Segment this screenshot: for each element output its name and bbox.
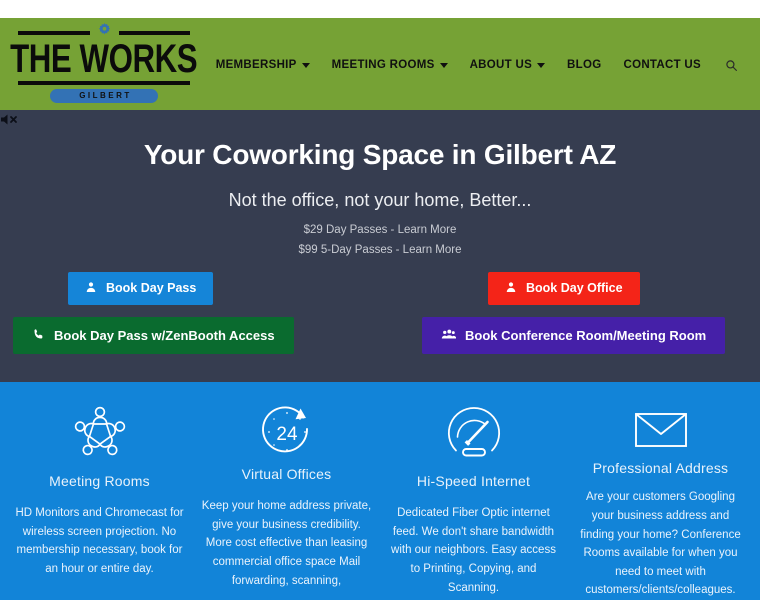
logo-rule-left	[18, 30, 90, 35]
features-section: Meeting Rooms HD Monitors and Chromecast…	[0, 382, 760, 600]
speaker-mute-icon[interactable]	[0, 112, 20, 126]
person-icon	[85, 281, 97, 296]
book-day-pass-button[interactable]: Book Day Pass	[68, 272, 214, 305]
envelope-icon	[631, 400, 691, 460]
phone-icon	[32, 328, 45, 343]
search-icon[interactable]	[725, 59, 738, 72]
nav-label: CONTACT US	[623, 59, 701, 71]
hero-button-col-left-2: Book Day Pass w/ZenBooth Access	[10, 316, 380, 354]
nav-item-contact-us[interactable]: CONTACT US	[623, 59, 701, 71]
button-label: Book Day Pass	[106, 281, 197, 295]
feature-body: Are your customers Googling your busines…	[580, 491, 741, 597]
hero-title: Your Coworking Space in Gilbert AZ	[143, 139, 617, 170]
people-circle-icon	[69, 400, 131, 466]
svg-text:24: 24	[276, 424, 298, 445]
feature-title: Professional Address	[592, 460, 729, 477]
nav-label: ABOUT US	[469, 59, 533, 71]
hero-link-day-pass[interactable]: $29 Day Passes - Learn More	[0, 224, 760, 236]
hero-button-col-left: Book Day Pass	[10, 272, 380, 305]
hero-button-area: Book Day Pass Book Day Office Book Day P…	[0, 272, 760, 354]
feature-body: HD Monitors and Chromecast for wireless …	[15, 507, 184, 575]
top-white-strip	[0, 0, 760, 18]
speedometer-icon	[443, 400, 505, 466]
feature-body: Dedicated Fiber Optic internet feed. We …	[391, 507, 556, 594]
button-label: Book Conference Room/Meeting Room	[465, 327, 707, 343]
main-navigation: MEMBERSHIP MEETING ROOMS ABOUT US BLOG C…	[190, 59, 742, 72]
hero-button-col-right-2: Book Conference Room/Meeting Room	[380, 316, 750, 354]
logo-city-badge: GILBERT	[50, 89, 158, 104]
hero-button-row-2: Book Day Pass w/ZenBooth Access Book Con…	[10, 316, 750, 354]
clock-24-icon: 24	[256, 400, 318, 466]
site-header: THE WORKS GILBERT MEMBERSHIP MEETING ROO…	[0, 18, 760, 110]
nav-item-about-us[interactable]: ABOUT US	[469, 59, 546, 71]
group-icon	[441, 328, 457, 343]
hero-button-row-1: Book Day Pass Book Day Office	[10, 272, 750, 305]
feature-virtual-offices: 24 Virtual Offices Keep your home addres…	[193, 400, 380, 600]
chevron-down-icon	[537, 63, 546, 68]
logo-rule-right	[118, 30, 190, 35]
book-day-office-button[interactable]: Book Day Office	[488, 272, 640, 305]
nav-label: MEMBERSHIP	[215, 59, 297, 71]
chevron-down-icon	[439, 63, 448, 68]
chevron-down-icon	[301, 63, 310, 68]
feature-professional-address: Professional Address Are your customers …	[567, 400, 754, 600]
feature-hispeed-internet: Hi-Speed Internet Dedicated Fiber Optic …	[380, 400, 567, 600]
nav-item-meeting-rooms[interactable]: MEETING ROOMS	[332, 59, 448, 71]
feature-meeting-rooms: Meeting Rooms HD Monitors and Chromecast…	[6, 400, 193, 600]
logo-underline	[18, 81, 190, 86]
nav-label: BLOG	[567, 59, 602, 71]
button-label: Book Day Pass w/ZenBooth Access	[54, 327, 275, 343]
logo-wordmark: THE WORKS	[10, 36, 198, 81]
hero-button-col-right: Book Day Office	[380, 272, 750, 305]
hero-subtitle: Not the office, not your home, Better...	[228, 190, 532, 210]
hero-section: Your Coworking Space in Gilbert AZ Not t…	[0, 110, 760, 382]
nav-item-membership[interactable]: MEMBERSHIP	[216, 59, 310, 71]
person-icon	[505, 281, 517, 296]
book-day-pass-zenbooth-button[interactable]: Book Day Pass w/ZenBooth Access	[13, 316, 294, 354]
nav-item-blog[interactable]: BLOG	[567, 59, 601, 71]
page-root: THE WORKS GILBERT MEMBERSHIP MEETING ROO…	[0, 0, 760, 600]
feature-body: Keep your home address private, give you…	[201, 500, 372, 587]
site-logo[interactable]: THE WORKS GILBERT	[10, 22, 198, 104]
book-conference-room-button[interactable]: Book Conference Room/Meeting Room	[422, 316, 726, 354]
feature-title: Virtual Offices	[241, 466, 332, 482]
button-label: Book Day Office	[526, 281, 623, 295]
nav-label: MEETING ROOMS	[331, 59, 435, 71]
feature-title: Hi-Speed Internet	[416, 473, 531, 489]
hero-link-5day-pass[interactable]: $99 5-Day Passes - Learn More	[0, 244, 760, 256]
feature-title: Meeting Rooms	[49, 473, 150, 489]
